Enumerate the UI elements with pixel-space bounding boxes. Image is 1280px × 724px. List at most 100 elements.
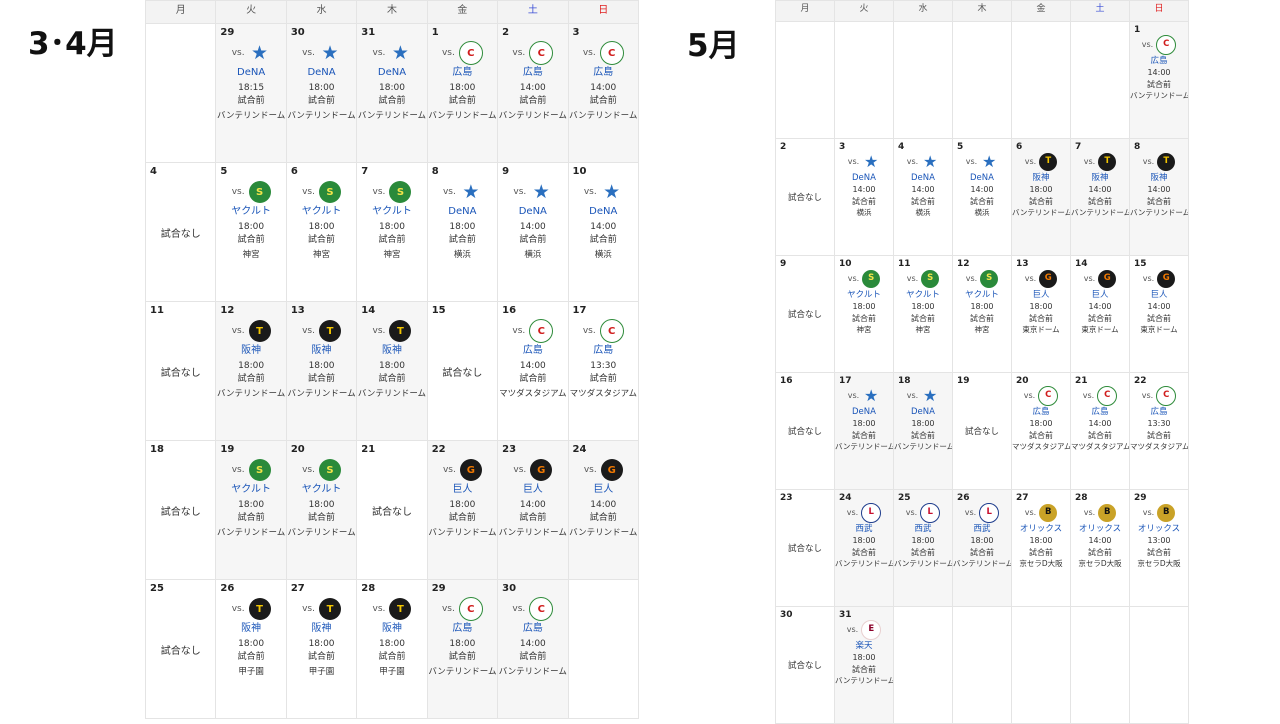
opponent-link[interactable]: 西武 bbox=[895, 524, 952, 535]
day-cell[interactable]: 27 vs. B オリックス 18:00 試合前 京セラD大阪 bbox=[1011, 489, 1071, 607]
star-logo-icon[interactable]: ★ bbox=[249, 42, 271, 64]
tigers-logo-icon[interactable]: T bbox=[389, 598, 412, 620]
star-logo-icon[interactable]: ★ bbox=[601, 181, 623, 203]
opponent-link[interactable]: 広島 bbox=[1131, 407, 1188, 418]
day-cell[interactable]: 26 vs. T 阪神 18:00 試合前 甲子園 bbox=[215, 579, 287, 719]
opponent-link[interactable]: オリックス bbox=[1131, 524, 1188, 535]
opponent-link[interactable]: 阪神 bbox=[1013, 173, 1070, 184]
opponent-link[interactable]: 広島 bbox=[428, 622, 496, 636]
day-cell[interactable]: 5 vs. ★ DeNA 14:00 試合前 横浜 bbox=[952, 138, 1012, 256]
opponent-link[interactable]: ヤクルト bbox=[358, 205, 426, 219]
day-cell[interactable]: 28 vs. B オリックス 14:00 試合前 京セラD大阪 bbox=[1070, 489, 1130, 607]
day-cell[interactable]: 20 vs. S ヤクルト 18:00 試合前 バンテリンドーム bbox=[285, 440, 358, 580]
opponent-link[interactable]: DeNA bbox=[569, 205, 637, 219]
opponent-link[interactable]: DeNA bbox=[217, 66, 285, 80]
opponent-link[interactable]: 西武 bbox=[954, 524, 1011, 535]
day-cell[interactable]: 11 vs. S ヤクルト 18:00 試合前 神宮 bbox=[893, 255, 953, 373]
opponent-link[interactable]: DeNA bbox=[428, 205, 496, 219]
day-cell[interactable]: 12 vs. S ヤクルト 18:00 試合前 神宮 bbox=[952, 255, 1012, 373]
giants-logo-icon[interactable]: G bbox=[459, 459, 482, 481]
swallows-logo-icon[interactable]: S bbox=[389, 181, 412, 203]
swallows-logo-icon[interactable]: S bbox=[319, 181, 341, 203]
day-cell[interactable]: 6 vs. T 阪神 18:00 試合前 バンテリンドーム bbox=[1011, 138, 1071, 256]
giants-logo-icon[interactable]: G bbox=[1098, 270, 1117, 288]
opponent-link[interactable]: 阪神 bbox=[1072, 173, 1129, 184]
day-cell[interactable]: 12 vs. T 阪神 18:00 試合前 バンテリンドーム bbox=[215, 301, 287, 441]
giants-logo-icon[interactable]: G bbox=[600, 459, 623, 481]
day-cell[interactable]: 10 vs. S ヤクルト 18:00 試合前 神宮 bbox=[834, 255, 894, 373]
day-cell[interactable]: 7 vs. S ヤクルト 18:00 試合前 神宮 bbox=[356, 162, 428, 302]
opponent-link[interactable]: 巨人 bbox=[569, 483, 637, 497]
day-cell[interactable]: 24 vs. L 西武 18:00 試合前 バンテリンドーム bbox=[834, 489, 894, 607]
day-cell[interactable]: 1 vs. C 広島 18:00 試合前 バンテリンドーム bbox=[426, 23, 499, 163]
tigers-logo-icon[interactable]: T bbox=[248, 598, 271, 620]
day-cell[interactable]: 29 vs. C 広島 18:00 試合前 バンテリンドーム bbox=[426, 579, 499, 719]
tigers-logo-icon[interactable]: T bbox=[389, 320, 412, 342]
opponent-link[interactable]: 楽天 bbox=[836, 641, 893, 652]
carp-logo-icon[interactable]: C bbox=[1038, 386, 1059, 406]
lions-logo-icon[interactable]: L bbox=[861, 503, 882, 523]
opponent-link[interactable]: ヤクルト bbox=[287, 205, 355, 219]
day-cell[interactable]: 22 vs. G 巨人 18:00 試合前 バンテリンドーム bbox=[426, 440, 499, 580]
day-cell[interactable]: 31 vs. ★ DeNA 18:00 試合前 バンテリンドーム bbox=[356, 23, 428, 163]
opponent-link[interactable]: DeNA bbox=[499, 205, 567, 219]
day-cell[interactable]: 8 vs. ★ DeNA 18:00 試合前 横浜 bbox=[426, 162, 499, 302]
opponent-link[interactable]: ヤクルト bbox=[836, 290, 893, 301]
tigers-logo-icon[interactable]: T bbox=[1098, 153, 1117, 171]
tigers-logo-icon[interactable]: T bbox=[1039, 153, 1058, 171]
carp-logo-icon[interactable]: C bbox=[1156, 386, 1177, 406]
day-cell[interactable]: 23 vs. G 巨人 14:00 試合前 バンテリンドーム bbox=[497, 440, 569, 580]
opponent-link[interactable]: 阪神 bbox=[287, 622, 355, 636]
day-cell[interactable]: 30 vs. C 広島 14:00 試合前 バンテリンドーム bbox=[497, 579, 569, 719]
opponent-link[interactable]: DeNA bbox=[358, 66, 426, 80]
swallows-logo-icon[interactable]: S bbox=[248, 459, 271, 481]
opponent-link[interactable]: オリックス bbox=[1013, 524, 1070, 535]
opponent-link[interactable]: オリックス bbox=[1072, 524, 1129, 535]
day-cell[interactable]: 17 vs. C 広島 13:30 試合前 マツダスタジアム bbox=[567, 301, 640, 441]
day-cell[interactable]: 19 vs. S ヤクルト 18:00 試合前 バンテリンドーム bbox=[215, 440, 287, 580]
eagles-logo-icon[interactable]: E bbox=[861, 620, 882, 640]
day-cell[interactable]: 9 vs. ★ DeNA 14:00 試合前 横浜 bbox=[497, 162, 569, 302]
swallows-logo-icon[interactable]: S bbox=[980, 270, 999, 288]
swallows-logo-icon[interactable]: S bbox=[248, 181, 271, 203]
day-cell[interactable]: 6 vs. S ヤクルト 18:00 試合前 神宮 bbox=[285, 162, 358, 302]
day-cell[interactable]: 28 vs. T 阪神 18:00 試合前 甲子園 bbox=[356, 579, 428, 719]
tigers-logo-icon[interactable]: T bbox=[1157, 153, 1176, 171]
day-cell[interactable]: 13 vs. G 巨人 18:00 試合前 東京ドーム bbox=[1011, 255, 1071, 373]
opponent-link[interactable]: 広島 bbox=[1013, 407, 1070, 418]
opponent-link[interactable]: 広島 bbox=[1131, 56, 1188, 67]
opponent-link[interactable]: 広島 bbox=[499, 622, 567, 636]
opponent-link[interactable]: DeNA bbox=[954, 173, 1011, 184]
carp-logo-icon[interactable]: C bbox=[458, 597, 483, 621]
giants-logo-icon[interactable]: G bbox=[530, 459, 553, 481]
carp-logo-icon[interactable]: C bbox=[1097, 386, 1118, 406]
opponent-link[interactable]: ヤクルト bbox=[217, 205, 285, 219]
tigers-logo-icon[interactable]: T bbox=[248, 320, 271, 342]
day-cell[interactable]: 10 vs. ★ DeNA 14:00 試合前 横浜 bbox=[567, 162, 640, 302]
opponent-link[interactable]: ヤクルト bbox=[287, 483, 355, 497]
day-cell[interactable]: 3 vs. ★ DeNA 14:00 試合前 横浜 bbox=[834, 138, 894, 256]
opponent-link[interactable]: 阪神 bbox=[217, 344, 285, 358]
star-logo-icon[interactable]: ★ bbox=[389, 42, 411, 64]
swallows-logo-icon[interactable]: S bbox=[862, 270, 881, 288]
day-cell[interactable]: 2 vs. C 広島 14:00 試合前 バンテリンドーム bbox=[497, 23, 569, 163]
star-logo-icon[interactable]: ★ bbox=[319, 42, 341, 64]
giants-logo-icon[interactable]: G bbox=[1157, 270, 1176, 288]
day-cell[interactable]: 8 vs. T 阪神 14:00 試合前 バンテリンドーム bbox=[1129, 138, 1189, 256]
opponent-link[interactable]: DeNA bbox=[836, 173, 893, 184]
day-cell[interactable]: 17 vs. ★ DeNA 18:00 試合前 バンテリンドーム bbox=[834, 372, 894, 490]
opponent-link[interactable]: 巨人 bbox=[499, 483, 567, 497]
opponent-link[interactable]: 広島 bbox=[1072, 407, 1129, 418]
opponent-link[interactable]: 広島 bbox=[499, 344, 567, 358]
day-cell[interactable]: 15 vs. G 巨人 14:00 試合前 東京ドーム bbox=[1129, 255, 1189, 373]
lions-logo-icon[interactable]: L bbox=[979, 503, 1000, 523]
opponent-link[interactable]: 巨人 bbox=[1072, 290, 1129, 301]
day-cell[interactable]: 3 vs. C 広島 14:00 試合前 バンテリンドーム bbox=[567, 23, 640, 163]
tigers-logo-icon[interactable]: T bbox=[319, 320, 341, 342]
day-cell[interactable]: 18 vs. ★ DeNA 18:00 試合前 バンテリンドーム bbox=[893, 372, 953, 490]
day-cell[interactable]: 5 vs. S ヤクルト 18:00 試合前 神宮 bbox=[215, 162, 287, 302]
star-logo-icon[interactable]: ★ bbox=[980, 153, 998, 171]
opponent-link[interactable]: 広島 bbox=[428, 66, 496, 80]
opponent-link[interactable]: DeNA bbox=[836, 407, 893, 418]
carp-logo-icon[interactable]: C bbox=[1156, 35, 1177, 55]
